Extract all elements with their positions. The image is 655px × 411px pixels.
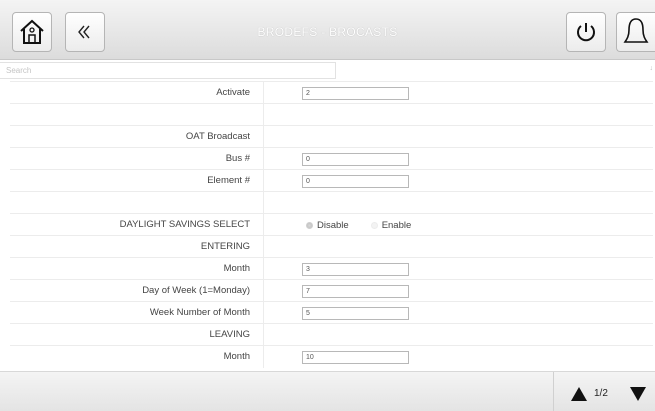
enable-radio[interactable]: Enable (370, 219, 412, 231)
day-of-week-label: Day of Week (1=Monday) (142, 285, 250, 296)
row-activate: Activate (10, 81, 653, 104)
entering-label: ENTERING (200, 241, 250, 252)
column-divider (263, 82, 264, 104)
scroll-indicator: ↓ (649, 65, 654, 72)
leaving-label: LEAVING (209, 329, 250, 340)
row-oat-broadcast-header: OAT Broadcast (10, 125, 653, 148)
home-icon (20, 19, 44, 44)
back-button[interactable] (65, 12, 105, 52)
home-button[interactable] (12, 12, 52, 52)
settings-list[interactable]: Activate OAT Broadcast Bus # Element # D… (0, 81, 655, 371)
daylight-savings-radio-group: Disable Enable (306, 214, 411, 236)
activate-label: Activate (216, 87, 250, 98)
disable-radio[interactable]: Disable (306, 220, 349, 231)
column-divider (263, 280, 264, 302)
bell-icon (623, 18, 649, 43)
entering-month-field[interactable] (302, 263, 409, 276)
column-divider (263, 214, 264, 236)
leaving-month-field[interactable] (302, 351, 409, 364)
pager: 1/2 (553, 372, 655, 411)
column-divider (263, 324, 264, 346)
element-field[interactable] (302, 175, 409, 188)
row-blank (10, 191, 653, 214)
triangle-down-icon[interactable] (630, 387, 646, 401)
row-day-of-week: Day of Week (1=Monday) (10, 279, 653, 302)
power-button[interactable] (566, 12, 606, 52)
row-week-number: Week Number of Month (10, 301, 653, 324)
search-bar: ↓ (0, 62, 655, 80)
column-divider (263, 170, 264, 192)
row-blank (10, 103, 653, 126)
activate-field[interactable] (302, 87, 409, 100)
column-divider (263, 104, 264, 126)
row-daylight-savings: DAYLIGHT SAVINGS SELECT Disable Enable (10, 213, 653, 236)
column-divider (263, 148, 264, 170)
radio-selected-icon (306, 221, 313, 229)
column-divider (263, 346, 264, 368)
double-chevron-left-icon (78, 25, 90, 39)
row-leaving-header: LEAVING (10, 323, 653, 346)
bus-label: Bus # (225, 153, 250, 164)
alarm-button[interactable] (616, 12, 655, 52)
page-title: BRODEFS - BROCASTS (257, 25, 398, 39)
column-divider (263, 192, 264, 214)
radio-unselected-icon (370, 221, 378, 229)
row-element: Element # (10, 169, 653, 192)
bus-field[interactable] (302, 153, 409, 166)
day-of-week-field[interactable] (302, 285, 409, 298)
row-leaving-month: Month (10, 345, 653, 368)
element-label: Element # (207, 175, 250, 186)
week-number-label: Week Number of Month (149, 307, 250, 318)
daylight-savings-label: DAYLIGHT SAVINGS SELECT (119, 219, 250, 230)
header-bar: BRODEFS - BROCASTS (0, 0, 655, 60)
column-divider (263, 302, 264, 324)
row-entering-header: ENTERING (10, 235, 653, 258)
power-icon (577, 23, 595, 42)
column-divider (263, 126, 264, 148)
week-number-field[interactable] (302, 307, 409, 320)
enable-radio-label: Enable (381, 219, 412, 231)
page-indicator: 1/2 (594, 388, 608, 399)
entering-month-label: Month (223, 263, 250, 274)
row-bus: Bus # (10, 147, 653, 170)
search-input[interactable] (0, 62, 336, 79)
oat-broadcast-label: OAT Broadcast (185, 131, 250, 142)
footer-bar: 1/2 (0, 371, 655, 411)
leaving-month-label: Month (223, 351, 250, 362)
row-entering-month: Month (10, 257, 653, 280)
triangle-up-icon[interactable] (571, 387, 587, 401)
column-divider (263, 236, 264, 258)
column-divider (263, 258, 264, 280)
disable-radio-label: Disable (317, 219, 349, 231)
